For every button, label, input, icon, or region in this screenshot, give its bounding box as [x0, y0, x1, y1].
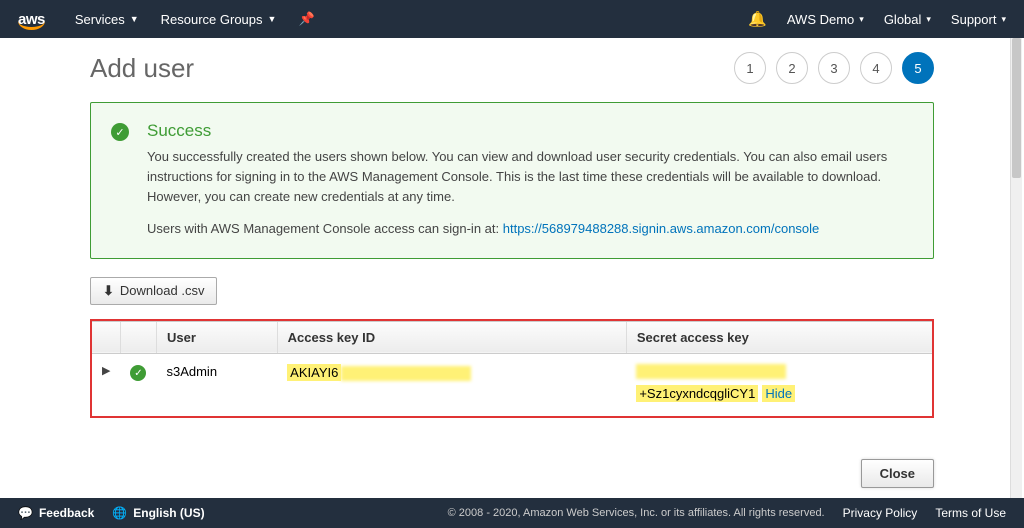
privacy-link[interactable]: Privacy Policy: [843, 506, 918, 520]
chevron-down-icon: ▾: [859, 14, 864, 25]
nav-region[interactable]: Global ▾: [884, 12, 931, 27]
aws-logo[interactable]: aws: [18, 11, 45, 28]
download-csv-label: Download .csv: [120, 283, 205, 298]
close-button[interactable]: Close: [861, 459, 934, 488]
step-2[interactable]: 2: [776, 52, 808, 84]
notifications-icon[interactable]: 🔔: [748, 10, 767, 28]
success-check-icon: ✓: [111, 123, 129, 141]
credentials-table: User Access key ID Secret access key ▶ ✓…: [92, 321, 932, 416]
table-row: ▶ ✓ s3Admin AKIAYI6 +Sz1cyxndcqgliCY1 Hi…: [92, 353, 932, 416]
success-body-text: You successfully created the users shown…: [147, 147, 913, 207]
action-row: Close: [861, 449, 1024, 488]
col-user: User: [156, 321, 277, 353]
download-icon: ⬇: [103, 283, 114, 299]
nav-account[interactable]: AWS Demo ▾: [787, 12, 864, 27]
language-selector[interactable]: 🌐 English (US): [112, 506, 204, 520]
signin-url-link[interactable]: https://568979488288.signin.aws.amazon.c…: [503, 221, 820, 236]
feedback-label: Feedback: [39, 506, 94, 520]
top-nav: aws Services ▼ Resource Groups ▼ 📌 🔔 AWS D…: [0, 0, 1024, 38]
main-content: Add user 1 2 3 4 5 ✓ Success You success…: [0, 38, 1024, 418]
col-access-key: Access key ID: [277, 321, 626, 353]
chevron-down-icon: ▼: [130, 14, 139, 24]
nav-account-label: AWS Demo: [787, 12, 854, 27]
speech-bubble-icon: 💬: [18, 506, 33, 520]
secret-redacted: [636, 364, 786, 379]
feedback-link[interactable]: 💬 Feedback: [18, 506, 94, 520]
chevron-down-icon: ▾: [1001, 14, 1006, 25]
globe-icon: 🌐: [112, 506, 127, 520]
download-csv-button[interactable]: ⬇ Download .csv: [90, 277, 217, 305]
col-secret: Secret access key: [626, 321, 932, 353]
scrollbar-thumb[interactable]: [1012, 38, 1021, 178]
step-3[interactable]: 3: [818, 52, 850, 84]
credentials-table-highlight: User Access key ID Secret access key ▶ ✓…: [90, 319, 934, 418]
page-title: Add user: [90, 53, 734, 84]
pin-icon[interactable]: 📌: [298, 11, 314, 27]
success-signin-prefix: Users with AWS Management Console access…: [147, 221, 503, 236]
nav-right: 🔔 AWS Demo ▾ Global ▾ Support ▾: [748, 10, 1006, 28]
chevron-down-icon: ▾: [926, 14, 931, 25]
nav-region-label: Global: [884, 12, 922, 27]
step-1[interactable]: 1: [734, 52, 766, 84]
language-label: English (US): [133, 506, 204, 520]
expand-row-icon[interactable]: ▶: [92, 353, 120, 416]
footer-bar: 💬 Feedback 🌐 English (US) © 2008 - 2020, A…: [0, 498, 1024, 528]
access-key-redacted: [341, 366, 471, 381]
nav-resource-groups-label: Resource Groups: [161, 12, 263, 27]
step-5[interactable]: 5: [902, 52, 934, 84]
nav-support[interactable]: Support ▾: [951, 12, 1006, 27]
page-header: Add user 1 2 3 4 5: [90, 52, 934, 84]
cell-access-key: AKIAYI6: [277, 353, 626, 416]
col-expand: [92, 321, 120, 353]
footer-copyright: © 2008 - 2020, Amazon Web Services, Inc.…: [448, 507, 825, 519]
cell-user: s3Admin: [156, 353, 277, 416]
nav-services-label: Services: [75, 12, 125, 27]
hide-secret-link[interactable]: Hide: [762, 385, 795, 402]
step-4[interactable]: 4: [860, 52, 892, 84]
access-key-value: AKIAYI6: [287, 364, 341, 381]
col-status: [120, 321, 156, 353]
footer-links: Privacy Policy Terms of Use: [843, 506, 1006, 520]
success-title: Success: [147, 121, 913, 141]
row-status: ✓: [120, 353, 156, 416]
cell-secret: +Sz1cyxndcqgliCY1 Hide: [626, 353, 932, 416]
success-body: You successfully created the users shown…: [147, 147, 913, 240]
wizard-steps: 1 2 3 4 5: [734, 52, 934, 84]
secret-value: +Sz1cyxndcqgliCY1: [636, 385, 758, 402]
success-alert: ✓ Success You successfully created the u…: [90, 102, 934, 259]
terms-link[interactable]: Terms of Use: [935, 506, 1006, 520]
nav-resource-groups[interactable]: Resource Groups ▼: [161, 12, 277, 27]
success-signin-text: Users with AWS Management Console access…: [147, 219, 913, 239]
chevron-down-icon: ▼: [268, 14, 277, 24]
nav-services[interactable]: Services ▼: [75, 12, 139, 27]
status-ok-icon: ✓: [130, 365, 146, 381]
nav-support-label: Support: [951, 12, 997, 27]
scrollbar[interactable]: [1010, 38, 1022, 498]
